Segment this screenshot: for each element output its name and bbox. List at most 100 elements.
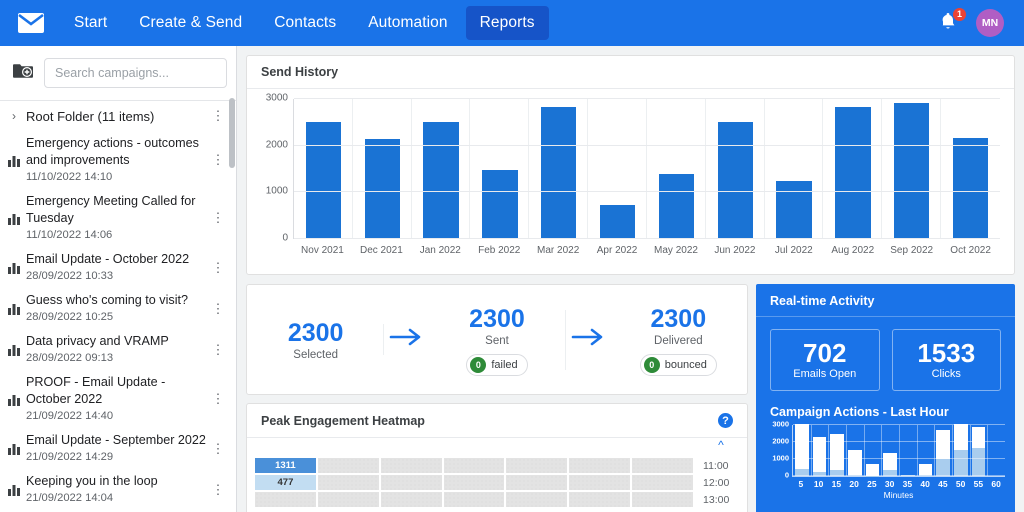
- campaign-menu-icon[interactable]: ⋮: [210, 342, 226, 358]
- campaign-list-item[interactable]: Emergency Meeting Called for Tuesday 11/1…: [0, 189, 236, 247]
- campaign-date: 21/09/2022 14:04: [26, 492, 114, 504]
- stacked-bar[interactable]: [794, 424, 809, 476]
- chart-bar[interactable]: [776, 180, 812, 239]
- help-circle-icon[interactable]: ?: [718, 413, 733, 428]
- heatmap-time-label: 12:00: [703, 476, 730, 489]
- heatmap-cell[interactable]: [443, 492, 505, 507]
- heatmap-cell[interactable]: [317, 475, 379, 490]
- heatmap-cell[interactable]: [569, 492, 631, 507]
- chart-bar[interactable]: [717, 122, 753, 239]
- stacked-bar[interactable]: [953, 423, 968, 476]
- chart-bar[interactable]: [894, 102, 930, 239]
- heatmap-cell[interactable]: [569, 458, 631, 473]
- heatmap-cell[interactable]: [506, 475, 568, 490]
- campaign-menu-icon[interactable]: ⋮: [210, 441, 226, 457]
- failed-badge[interactable]: 0 failed: [466, 353, 528, 376]
- x-axis-tick-label: Jun 2022: [714, 245, 756, 256]
- chart-bar[interactable]: [482, 169, 518, 239]
- stacked-bar[interactable]: [847, 450, 862, 476]
- campaign-menu-icon[interactable]: ⋮: [210, 391, 226, 407]
- gridline-vertical: [863, 425, 865, 476]
- heatmap-row: 1311 11:00: [255, 458, 739, 473]
- campaign-menu-icon[interactable]: ⋮: [210, 210, 226, 226]
- campaign-chart-icon: [6, 343, 22, 356]
- x-axis-tick-label: 60: [991, 479, 1001, 489]
- heatmap-cell[interactable]: [443, 475, 505, 490]
- campaign-menu-icon[interactable]: ⋮: [210, 260, 226, 276]
- chart-bar[interactable]: [364, 138, 400, 239]
- search-input[interactable]: [44, 58, 227, 88]
- failed-label: failed: [491, 358, 518, 371]
- y-axis-tick-label: 1000: [265, 185, 288, 197]
- bar-slot: [470, 99, 530, 239]
- bounced-badge[interactable]: 0 bounced: [639, 353, 717, 376]
- campaign-list-item[interactable]: Emergency actions - outcomes and improve…: [0, 131, 236, 189]
- campaign-menu-icon[interactable]: ⋮: [210, 301, 226, 317]
- bell-icon: [938, 13, 958, 36]
- sidebar-scrollbar[interactable]: [229, 98, 235, 168]
- bar-slot: [952, 423, 970, 476]
- app-logo[interactable]: [14, 8, 48, 38]
- chart-bar[interactable]: [952, 137, 989, 239]
- heatmap-cell[interactable]: [443, 458, 505, 473]
- chart-bar[interactable]: [305, 122, 342, 239]
- heatmap-cell[interactable]: 477: [255, 475, 316, 490]
- heatmap-cell[interactable]: [632, 458, 694, 473]
- emails-open-tile[interactable]: 702 Emails Open: [770, 329, 880, 391]
- x-axis-tick-label: Oct 2022: [950, 245, 991, 256]
- nav-item-create-send[interactable]: Create & Send: [125, 6, 256, 40]
- heatmap-cell[interactable]: [317, 458, 379, 473]
- heatmap-cell[interactable]: [632, 492, 694, 507]
- chart-bar[interactable]: [541, 107, 577, 239]
- campaign-list-item[interactable]: Guess who's coming to visit? 28/09/2022 1…: [0, 288, 236, 329]
- campaign-menu-icon[interactable]: ⋮: [210, 152, 226, 168]
- heatmap-cell[interactable]: [569, 475, 631, 490]
- campaign-list-item[interactable]: Data privacy and VRAMP 28/09/2022 09:13 ⋮: [0, 329, 236, 370]
- campaign-body: Guess who's coming to visit? 28/09/2022 1…: [26, 292, 206, 325]
- heatmap-cell[interactable]: 1311: [255, 458, 316, 473]
- campaign-body: PROOF - Email Update - October 2022 21/09…: [26, 374, 206, 424]
- realtime-title: Real-time Activity: [756, 284, 1015, 317]
- chart-bar[interactable]: [423, 122, 459, 239]
- campaign-list-item[interactable]: Email Update - October 2022 28/09/2022 10…: [0, 247, 236, 288]
- notifications-button[interactable]: 1: [938, 8, 966, 36]
- stacked-bar[interactable]: [883, 452, 898, 476]
- heatmap-cell[interactable]: [380, 475, 442, 490]
- chart-bar[interactable]: [835, 106, 871, 239]
- heatmap-cell[interactable]: [632, 475, 694, 490]
- nav-item-contacts[interactable]: Contacts: [260, 6, 350, 40]
- campaign-list-item[interactable]: Keeping you in the loop 21/09/2022 14:04 ⋮: [0, 469, 236, 510]
- folder-add-icon[interactable]: [12, 62, 34, 84]
- heatmap-cell[interactable]: [317, 492, 379, 507]
- root-folder-menu-icon[interactable]: ⋮: [210, 108, 226, 124]
- heatmap-cell[interactable]: [380, 458, 442, 473]
- funnel-step-sent: 2300 Sent 0 failed: [428, 304, 566, 376]
- campaign-list-item[interactable]: Email Update - September 2022 21/09/2022 …: [0, 428, 236, 469]
- gridline-vertical: [916, 425, 918, 476]
- nav-item-reports[interactable]: Reports: [465, 6, 549, 40]
- chevron-up-icon[interactable]: ^: [703, 438, 739, 452]
- sidebar-root-folder[interactable]: › Root Folder (11 items) ⋮: [0, 101, 236, 131]
- campaign-menu-icon[interactable]: ⋮: [210, 482, 226, 498]
- heatmap-cell[interactable]: [506, 458, 568, 473]
- nav-item-automation[interactable]: Automation: [354, 6, 461, 40]
- avatar[interactable]: MN: [976, 9, 1004, 37]
- top-navigation-bar: Start Create & Send Contacts Automation …: [0, 0, 1024, 46]
- clicks-tile[interactable]: 1533 Clicks: [891, 329, 1001, 391]
- x-axis-tick-label: 25: [867, 479, 877, 489]
- campaign-list-item[interactable]: PROOF - Email Update - October 2022 21/09…: [0, 370, 236, 428]
- stacked-bar[interactable]: [971, 426, 986, 476]
- chevron-right-icon[interactable]: ›: [6, 109, 22, 123]
- campaign-title: Emergency actions - outcomes and improve…: [26, 136, 199, 167]
- gridline: 0: [282, 233, 1000, 244]
- chart-bar[interactable]: [599, 204, 636, 239]
- bounced-count: 0: [643, 356, 660, 373]
- chart-bar[interactable]: [658, 173, 695, 239]
- heatmap-cell[interactable]: [255, 492, 316, 507]
- stacked-bar[interactable]: [812, 437, 827, 476]
- heatmap-cell[interactable]: [506, 492, 568, 507]
- stacked-bar-upper: [830, 434, 845, 470]
- stacked-bar[interactable]: [936, 429, 951, 476]
- heatmap-cell[interactable]: [380, 492, 442, 507]
- nav-item-start[interactable]: Start: [60, 6, 121, 40]
